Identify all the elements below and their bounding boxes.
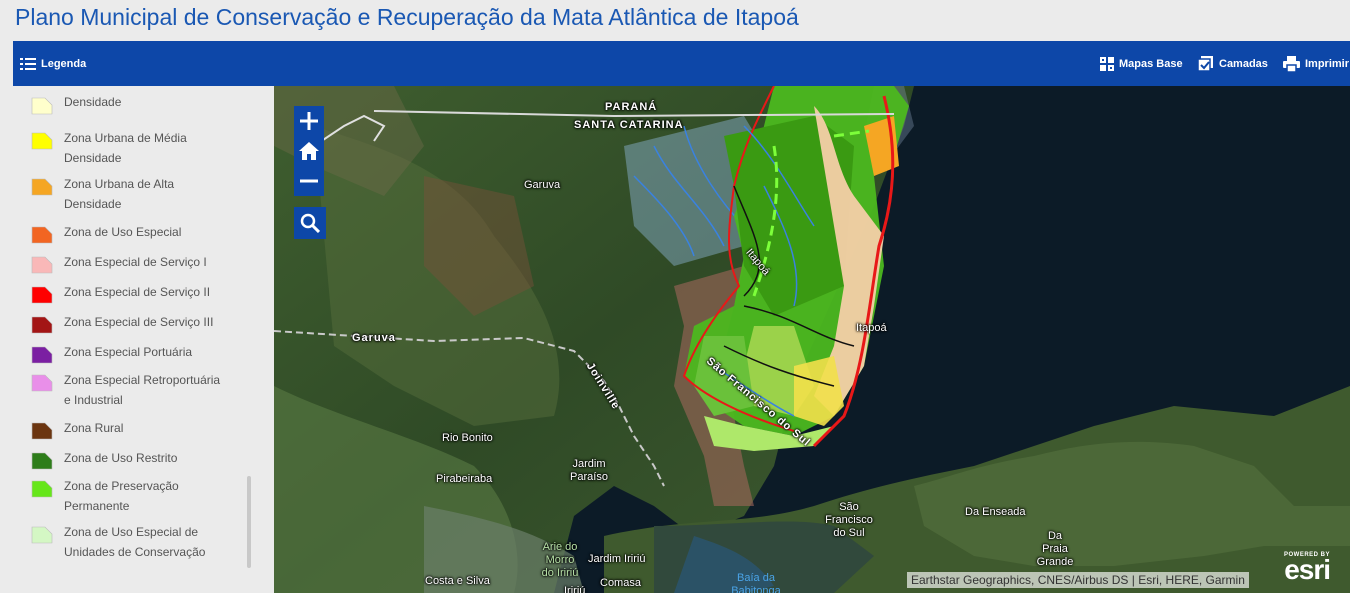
legend-item-label-line: Zona Especial Portuária (64, 345, 193, 359)
map-label-rio-bonito: Rio Bonito (442, 432, 493, 444)
toolbar: Legenda Mapas Base Camadas Imprimir (13, 41, 1350, 86)
basemap-gallery-icon (1100, 56, 1114, 71)
legend-swatch (31, 132, 53, 150)
print-button[interactable]: Imprimir (1283, 41, 1349, 86)
list-icon (20, 57, 36, 70)
minus-icon (300, 179, 318, 183)
layers-button[interactable]: Camadas (1198, 41, 1268, 86)
map-label-garuva: Garuva (524, 179, 561, 191)
legend-swatch (31, 256, 53, 274)
legend-item-label-line: Zona Urbana de Média (64, 131, 187, 145)
legend-item-label-line: e Industrial (64, 393, 123, 407)
home-icon (299, 142, 319, 160)
legend-item-label: Densidade (64, 92, 244, 112)
map-label-jardim-iririu: Jardim Iririú (588, 553, 646, 565)
map-label-jardim-paraiso: Jardim Paraíso (570, 458, 608, 483)
legend-swatch (31, 526, 53, 544)
legend-item-label-line: Zona Rural (64, 421, 124, 435)
search-button[interactable] (294, 207, 326, 239)
map-attribution: Earthstar Geographics, CNES/Airbus DS | … (907, 572, 1249, 588)
basemaps-button-label: Mapas Base (1119, 57, 1183, 70)
legend-item-label: Zona Especial Portuária (64, 342, 244, 362)
zoom-out-button[interactable] (294, 166, 324, 196)
map-label-iririu: Iririú (564, 585, 586, 593)
legend-item-label-line: Zona Urbana de Alta (64, 177, 175, 191)
legend-item-label: Zona de Uso Especial de Unidades de Conse… (64, 522, 244, 562)
print-button-label: Imprimir (1305, 57, 1350, 70)
map-label-da-enseada: Da Enseada (965, 506, 1026, 518)
legend-item-label-line: Densidade (64, 151, 122, 165)
legend-item-label: Zona de Preservação Permanente (64, 476, 244, 516)
layers-icon (1198, 55, 1213, 72)
map-label-costa-e-silva: Costa e Silva (425, 575, 490, 587)
legend-button-label: Legenda (41, 57, 87, 70)
map-label-santa-catarina: SANTA CATARINA (574, 119, 684, 131)
legend-item-label: Zona Especial de Serviço I (64, 252, 244, 272)
legend-item-label-line: Zona de Uso Restrito (64, 451, 178, 465)
legend-swatch (31, 97, 53, 115)
map-label-itapoa: Itapoá (856, 322, 887, 334)
legend-item-label: Zona Urbana de Alta Densidade (64, 174, 244, 214)
legend-item-label: Zona Especial Retroportuária e Industrial (64, 370, 244, 410)
legend-swatch (31, 452, 53, 470)
legend-item-label-line: Zona Especial Retroportuária (64, 373, 221, 387)
map-label-pirabeiraba: Pirabeiraba (436, 473, 493, 485)
legend-item-label-line: Unidades de Conservação (64, 545, 206, 559)
map-label-baia-da-babitonga: Baía da Babitonga (731, 572, 781, 593)
map-label-da-praia-grande: Da Praia Grande (1036, 530, 1074, 568)
legend-item-label-line: Densidade (64, 95, 122, 109)
zoom-in-button[interactable] (294, 106, 324, 136)
legend-item-label: Zona Especial de Serviço II (64, 282, 244, 302)
legend-item-label-line: Zona Especial de Serviço II (64, 285, 211, 299)
plus-icon (300, 112, 318, 130)
legend-swatch (31, 286, 53, 304)
legend-swatch (31, 178, 53, 196)
basemaps-button[interactable]: Mapas Base (1100, 41, 1183, 86)
home-button[interactable] (294, 136, 324, 166)
legend-item-label: Zona de Uso Especial (64, 222, 244, 242)
map-label-sao-francisco-do-sul: São Francisco do Sul (825, 501, 873, 539)
legend-swatch (31, 480, 53, 498)
printer-icon (1283, 55, 1300, 72)
page-title: Plano Municipal de Conservação e Recuper… (15, 4, 799, 30)
legend-item-label: Zona Especial de Serviço III (64, 312, 244, 332)
legend-swatch (31, 374, 53, 392)
legend-swatch (31, 226, 53, 244)
legend-item-label-line: Zona de Uso Especial (64, 225, 182, 239)
search-icon (300, 213, 320, 233)
esri-wordmark: esri (1284, 554, 1331, 585)
legend-item-label-line: Permanente (64, 499, 130, 513)
legend-item-label-line: Zona de Preservação (64, 479, 179, 493)
legend-swatch (31, 346, 53, 364)
map-view[interactable]: PARANÁ SANTA CATARINA Garuva Garuva Itap… (274, 86, 1350, 593)
zoom-controls (294, 106, 324, 196)
legend-item-label: Zona de Uso Restrito (64, 448, 244, 468)
esri-logo: POWERED BY esri (1284, 552, 1331, 585)
map-label-arie-morro-iririu: Arie do Morro do Iririú (541, 541, 579, 579)
legend-swatch (31, 422, 53, 440)
legend-item-label-line: Zona Especial de Serviço III (64, 315, 214, 329)
legend-item-label-line: Zona Especial de Serviço I (64, 255, 207, 269)
legend-scrollbar[interactable] (246, 86, 254, 593)
legend-item-label: Zona Rural (64, 418, 244, 438)
legend-swatch (31, 316, 53, 334)
legend-item-label-line: Densidade (64, 197, 122, 211)
legend-item-label: Zona Urbana de Média Densidade (64, 128, 244, 168)
map-label-garuva-boundary: Garuva (352, 332, 396, 344)
legend-item-label-line: Zona de Uso Especial de (64, 525, 199, 539)
layers-button-label: Camadas (1219, 57, 1268, 70)
legend-panel: Densidade Zona Urbana de Média Densidade Zo… (13, 86, 274, 593)
legend-button[interactable]: Legenda (20, 41, 86, 86)
satellite-imagery (274, 86, 1350, 593)
map-label-parana: PARANÁ (605, 101, 658, 113)
map-label-comasa: Comasa (600, 577, 641, 589)
scrollbar-thumb[interactable] (247, 476, 251, 568)
